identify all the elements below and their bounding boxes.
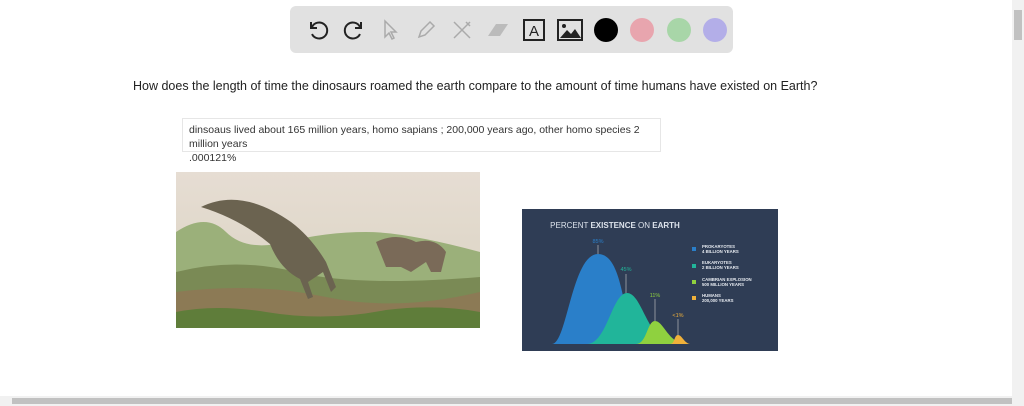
eraser-icon[interactable] (480, 12, 515, 48)
vertical-scrollbar[interactable] (1012, 0, 1024, 396)
color-purple[interactable] (697, 12, 732, 48)
color-swatch (666, 17, 691, 42)
drawing-toolbar: A (290, 6, 733, 53)
infographic-title: PERCENT (550, 221, 590, 230)
dinosaur-image (176, 172, 480, 328)
tools-icon[interactable] (444, 12, 479, 48)
redo-icon[interactable] (336, 12, 371, 48)
image-icon[interactable] (553, 12, 588, 48)
horizontal-scrollbar[interactable] (0, 396, 1024, 406)
svg-text:PERCENT EXISTENCE ON EARTH: PERCENT EXISTENCE ON EARTH (550, 221, 680, 230)
answer-line-1: dinsoaus lived about 165 million years, … (189, 124, 640, 150)
existence-infographic: PERCENT EXISTENCE ON EARTH 85% 45% 11% <… (522, 209, 778, 351)
color-swatch (594, 17, 619, 42)
color-swatch (702, 17, 727, 42)
peak-label: 11% (650, 293, 661, 299)
select-icon[interactable] (372, 12, 407, 48)
question-text: How does the length of time the dinosaur… (133, 79, 818, 93)
answer-line-2: .000121% (189, 152, 237, 164)
peak-label: 85% (592, 239, 603, 245)
peak-label: <1% (672, 313, 683, 319)
legend-sub: 500 MILLION YEARS (702, 282, 744, 287)
color-pink[interactable] (625, 12, 660, 48)
color-black[interactable] (589, 12, 624, 48)
color-green[interactable] (661, 12, 696, 48)
scroll-thumb[interactable] (12, 398, 1012, 404)
scroll-thumb[interactable] (1014, 10, 1022, 40)
legend-sub: 2 BILLION YEARS (702, 265, 739, 270)
undo-icon[interactable] (300, 12, 335, 48)
peak-label: 45% (620, 267, 631, 273)
color-swatch (630, 17, 655, 42)
legend-sub: 200,000 YEARS (702, 298, 734, 303)
answer-box[interactable]: dinsoaus lived about 165 million years, … (182, 118, 661, 164)
pen-icon[interactable] (408, 12, 443, 48)
svg-text:A: A (529, 23, 539, 40)
text-icon[interactable]: A (516, 12, 551, 48)
legend-sub: 4 BILLION YEARS (702, 249, 739, 254)
